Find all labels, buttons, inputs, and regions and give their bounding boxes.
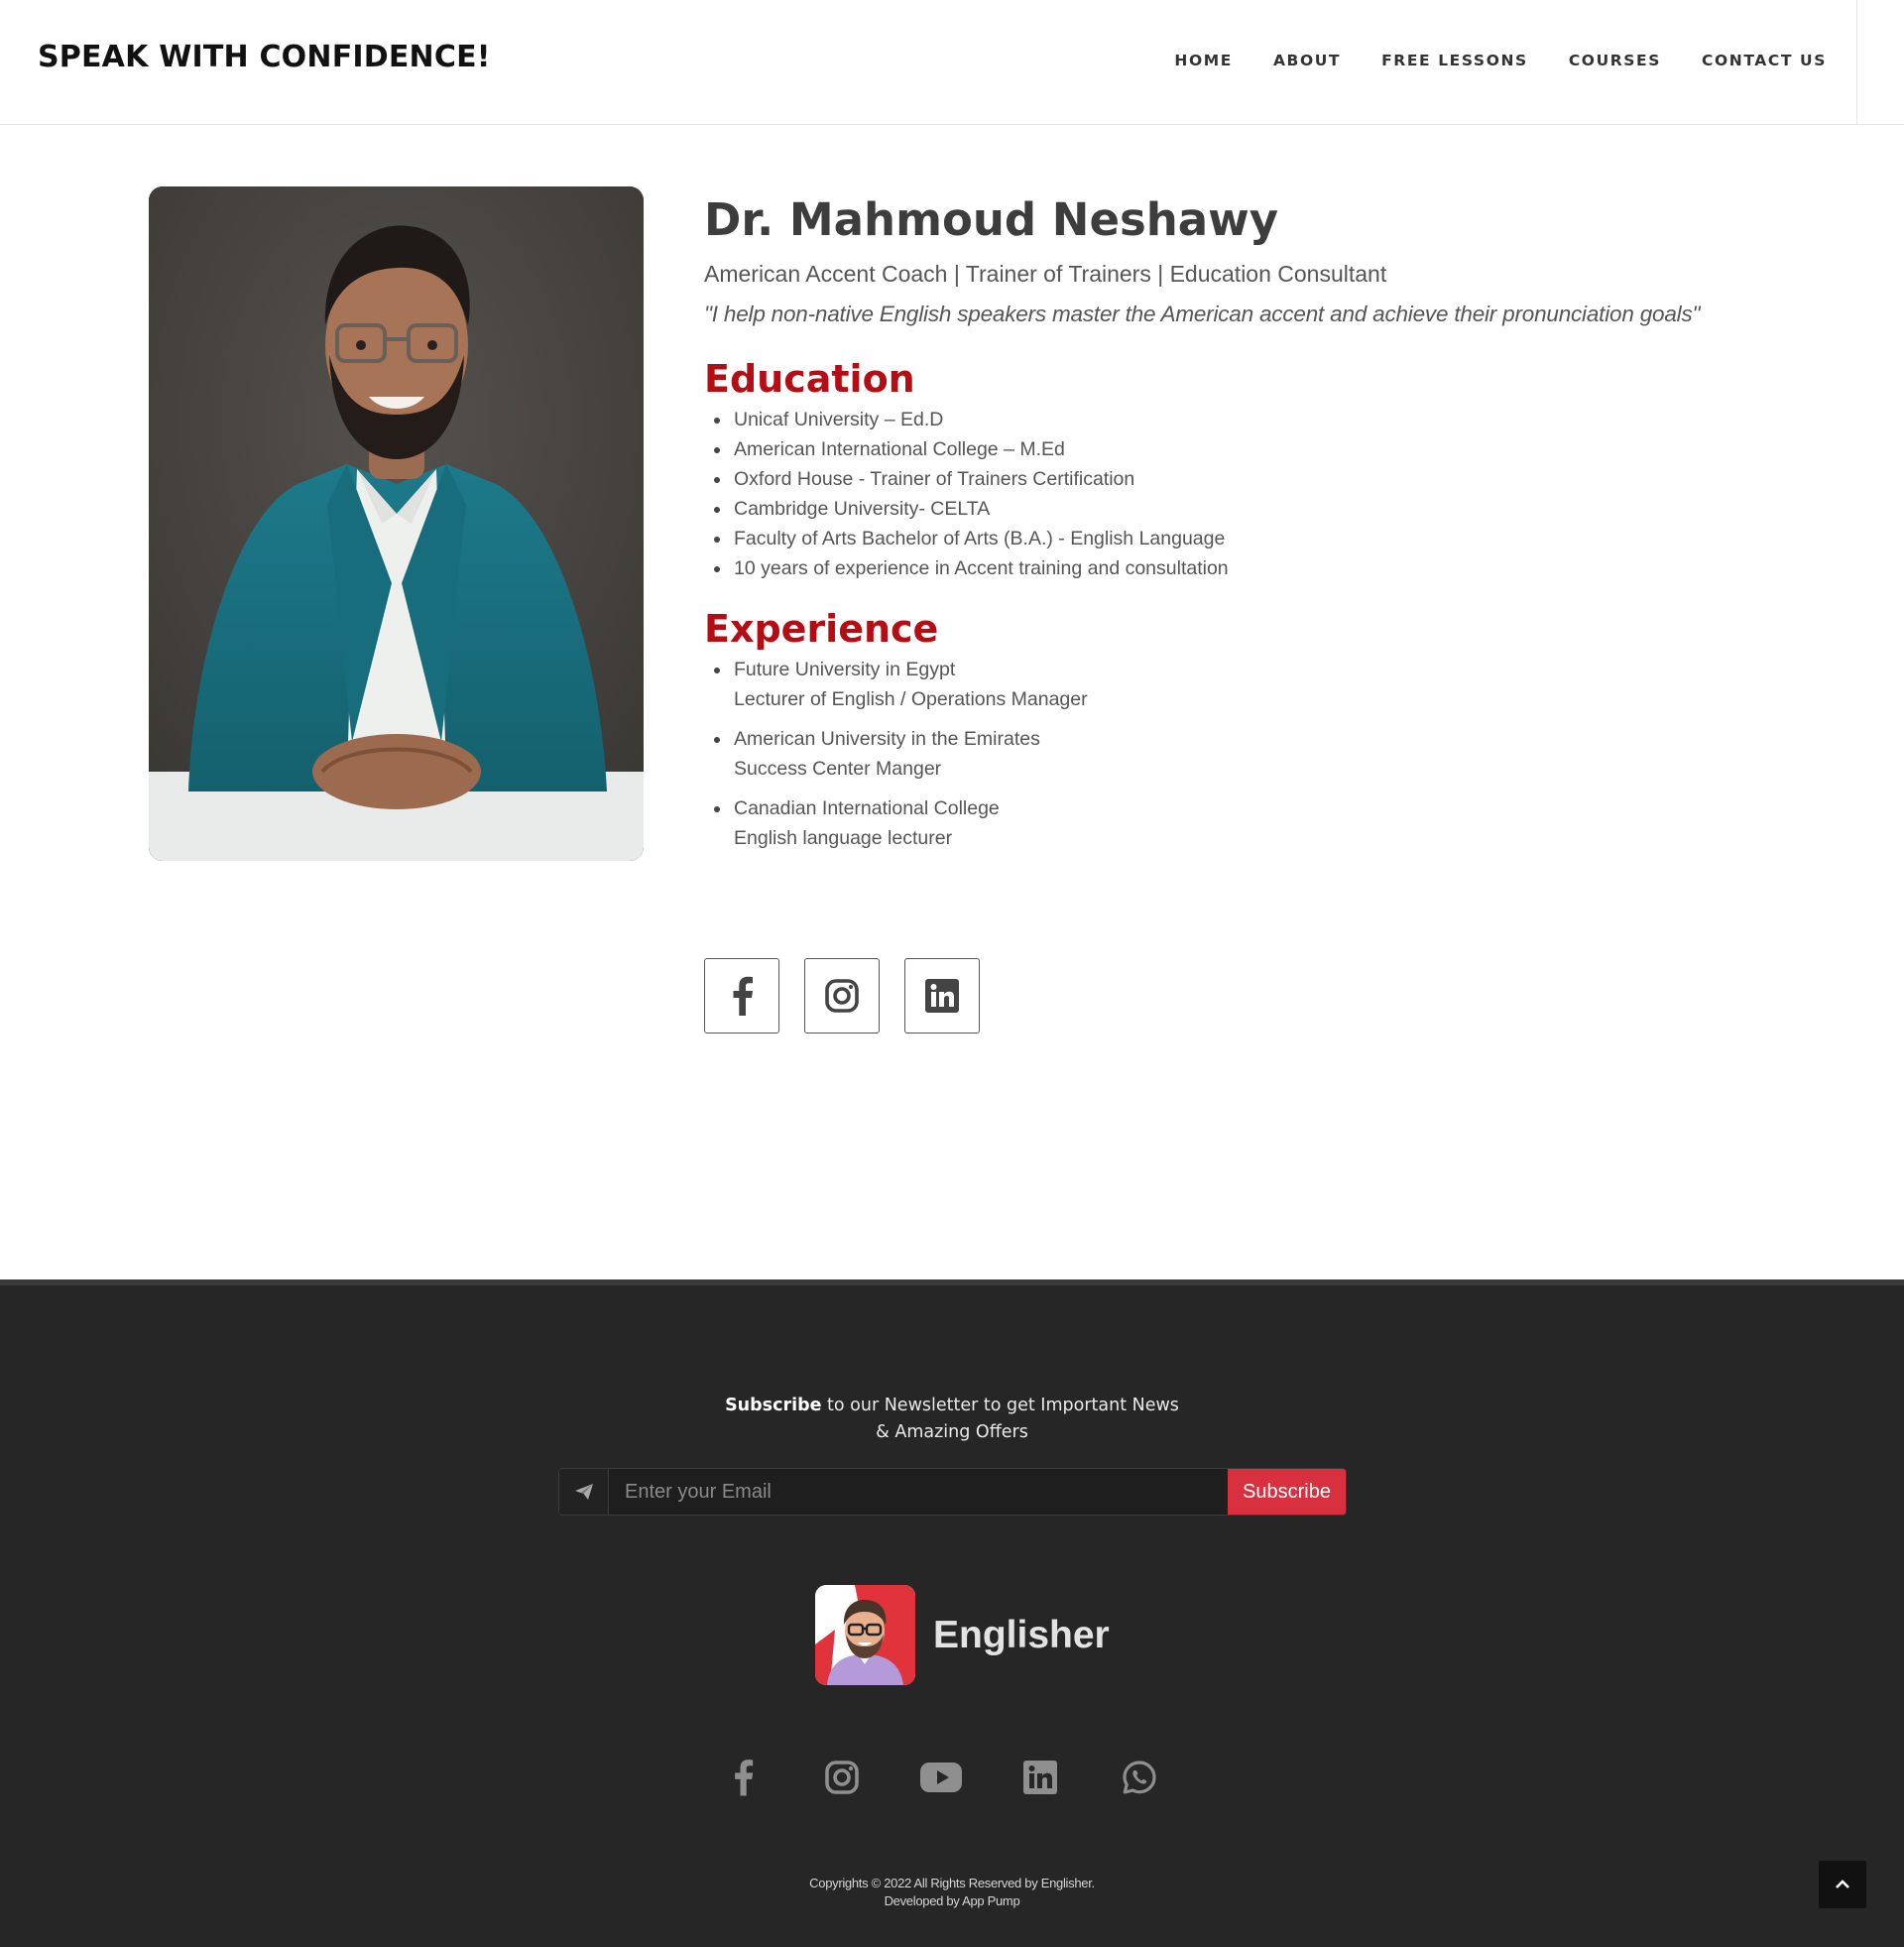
profile-photo: [149, 186, 644, 861]
footer-whatsapp-link[interactable]: [1118, 1756, 1161, 1799]
facebook-link[interactable]: [704, 958, 779, 1034]
footer-logo[interactable]: Englisher: [815, 1585, 1110, 1685]
education-item: Oxford House - Trainer of Trainers Certi…: [704, 464, 1795, 494]
experience-role: Success Center Manger: [734, 758, 942, 780]
nav-free-lessons[interactable]: FREE LESSONS: [1381, 52, 1528, 69]
experience-role: Lecturer of English / Operations Manager: [734, 688, 1088, 710]
header-divider: [1856, 0, 1857, 125]
education-item: Unicaf University – Ed.D: [704, 405, 1795, 434]
instagram-link[interactable]: [804, 958, 880, 1034]
education-item: American International College – M.Ed: [704, 434, 1795, 464]
footer-facebook-link[interactable]: [721, 1756, 765, 1799]
newsletter-line1: to our Newsletter to get Important News: [821, 1396, 1179, 1415]
logo-text: Englisher: [933, 1613, 1110, 1656]
chevron-up-icon: [1836, 1880, 1849, 1888]
instagram-icon: [825, 979, 859, 1013]
send-icon: [559, 1469, 609, 1515]
experience-heading: Experience: [704, 607, 939, 651]
subscribe-form: Subscribe: [558, 1468, 1347, 1516]
experience-item: Future University in Egypt Lecturer of E…: [704, 655, 1795, 714]
newsletter-line2: & Amazing Offers: [876, 1422, 1028, 1442]
logo-avatar: [815, 1585, 915, 1685]
nav-home[interactable]: HOME: [1174, 52, 1233, 69]
education-list: Unicaf University – Ed.D American Intern…: [704, 405, 1795, 583]
main-nav: HOME ABOUT FREE LESSONS COURSES CONTACT …: [1174, 52, 1827, 69]
profile-quote: "I help non-native English speakers mast…: [704, 302, 1701, 326]
whatsapp-icon: [1123, 1761, 1156, 1794]
linkedin-link[interactable]: [904, 958, 980, 1034]
nav-courses[interactable]: COURSES: [1569, 52, 1661, 69]
copyright-line2: Developed by App Pump: [884, 1893, 1020, 1908]
footer-youtube-link[interactable]: [919, 1756, 963, 1799]
experience-org: Future University in Egypt: [734, 659, 956, 680]
nav-contact-us[interactable]: CONTACT US: [1702, 52, 1827, 69]
newsletter-text: Subscribe to our Newsletter to get Impor…: [0, 1393, 1904, 1446]
profile-name: Dr. Mahmoud Neshawy: [704, 193, 1279, 246]
linkedin-icon: [925, 979, 959, 1013]
education-item: Faculty of Arts Bachelor of Arts (B.A.) …: [704, 524, 1795, 553]
experience-org: American University in the Emirates: [734, 728, 1040, 750]
subscribe-button[interactable]: Subscribe: [1228, 1469, 1346, 1515]
education-item: Cambridge University- CELTA: [704, 494, 1795, 524]
footer-social-links: [721, 1756, 1161, 1799]
back-to-top-button[interactable]: [1819, 1861, 1866, 1908]
education-heading: Education: [704, 357, 915, 401]
nav-about[interactable]: ABOUT: [1273, 52, 1341, 69]
facebook-icon: [735, 1760, 754, 1796]
profile-social-links: [704, 958, 980, 1034]
instagram-icon: [825, 1761, 859, 1794]
footer-linkedin-link[interactable]: [1018, 1756, 1062, 1799]
profile-roles: American Accent Coach | Trainer of Train…: [704, 261, 1387, 287]
profile-info: Dr. Mahmoud Neshawy American Accent Coac…: [704, 188, 1795, 863]
copyright: Copyrights © 2022 All Rights Reserved by…: [0, 1875, 1904, 1910]
facebook-icon: [733, 976, 753, 1016]
experience-list: Future University in Egypt Lecturer of E…: [704, 655, 1795, 853]
footer-instagram-link[interactable]: [820, 1756, 864, 1799]
youtube-icon: [920, 1763, 962, 1792]
education-item: 10 years of experience in Accent trainin…: [704, 553, 1795, 583]
experience-item: American University in the Emirates Succ…: [704, 724, 1795, 784]
email-input[interactable]: [609, 1469, 1228, 1515]
site-footer: Subscribe to our Newsletter to get Impor…: [0, 1279, 1904, 1947]
experience-org: Canadian International College: [734, 797, 1000, 819]
newsletter-strong: Subscribe: [725, 1396, 822, 1415]
copyright-line1: Copyrights © 2022 All Rights Reserved by…: [809, 1876, 1095, 1890]
experience-role: English language lecturer: [734, 827, 953, 849]
site-brand[interactable]: SPEAK WITH CONFIDENCE!: [38, 40, 491, 74]
linkedin-icon: [1023, 1761, 1057, 1794]
site-header: SPEAK WITH CONFIDENCE! HOME ABOUT FREE L…: [0, 0, 1904, 125]
experience-item: Canadian International College English l…: [704, 793, 1795, 853]
